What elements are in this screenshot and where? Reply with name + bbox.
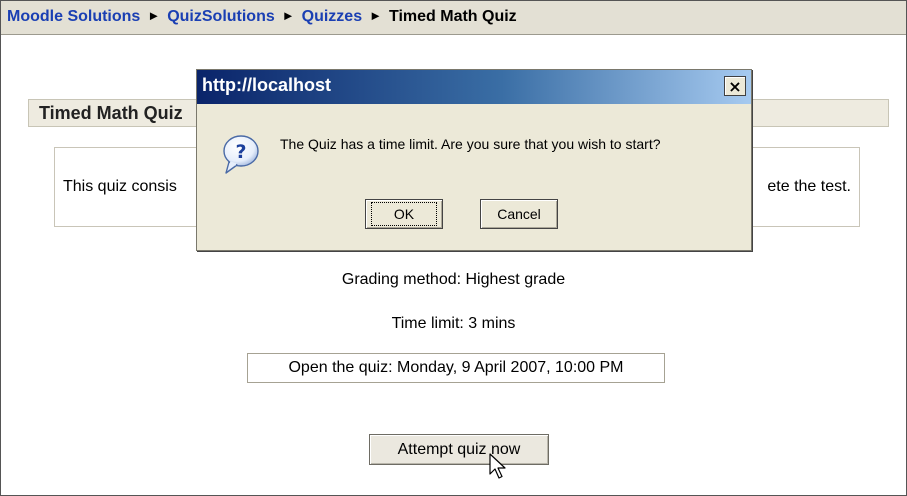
- mouse-pointer-icon: [489, 453, 506, 479]
- attempt-quiz-button[interactable]: Attempt quiz now: [369, 434, 549, 465]
- cancel-button[interactable]: Cancel: [480, 199, 558, 229]
- dialog-message: The Quiz has a time limit. Are you sure …: [280, 136, 661, 152]
- ok-button[interactable]: OK: [365, 199, 443, 229]
- breadcrumb-link-moodle-solutions[interactable]: Moodle Solutions: [7, 8, 140, 25]
- quiz-heading: Timed Math Quiz: [39, 103, 183, 123]
- breadcrumb: Moodle Solutions ► QuizSolutions ► Quizzes ► T…: [1, 1, 906, 35]
- breadcrumb-link-quizzes[interactable]: Quizzes: [302, 8, 362, 25]
- browser-page: Moodle Solutions ► QuizSolutions ► Quizzes ► T…: [0, 0, 907, 496]
- dialog-close-button[interactable]: ×: [724, 76, 746, 96]
- breadcrumb-separator: ►: [281, 8, 295, 23]
- dialog-title: http://localhost: [202, 75, 331, 95]
- open-date-box: Open the quiz: Monday, 9 April 2007, 10:…: [247, 353, 665, 383]
- confirm-dialog: http://localhost × ? The Quiz has a time…: [196, 69, 752, 251]
- grading-method-text: Grading method: Highest grade: [341, 271, 566, 288]
- svg-text:?: ?: [235, 141, 246, 163]
- breadcrumb-separator: ►: [369, 8, 382, 23]
- question-icon: ?: [223, 135, 259, 174]
- breadcrumb-link-quizsolutions[interactable]: QuizSolutions: [167, 8, 275, 25]
- time-limit-text: Time limit: 3 mins: [391, 315, 516, 332]
- dialog-titlebar[interactable]: http://localhost ×: [197, 70, 751, 104]
- ok-button-label: OK: [370, 202, 438, 226]
- quiz-intro-text-start: This quiz consis: [63, 178, 177, 195]
- quiz-intro-text-end: ete the test.: [767, 178, 851, 195]
- breadcrumb-separator: ►: [147, 8, 161, 23]
- breadcrumb-current: Timed Math Quiz: [388, 8, 517, 25]
